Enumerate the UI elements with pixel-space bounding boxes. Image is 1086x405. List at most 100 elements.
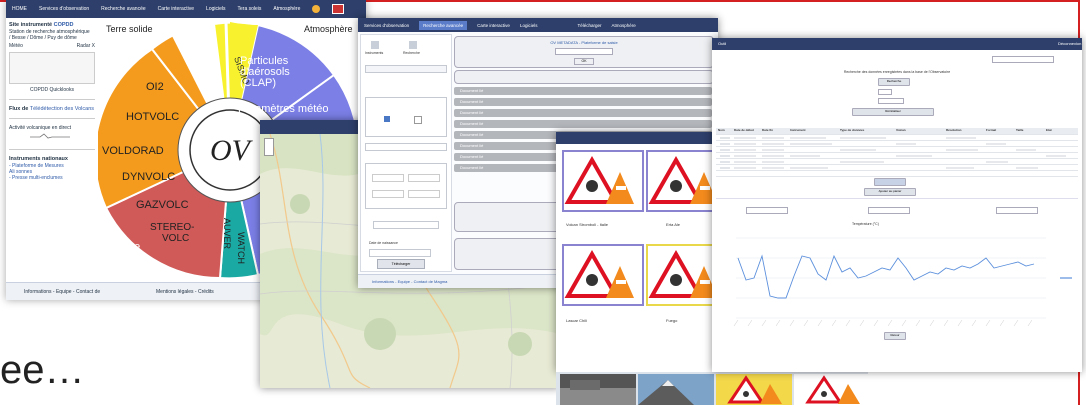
webcam-caption: Fuego <box>666 318 678 323</box>
date-label: Date de naissance <box>369 241 398 245</box>
label-atmosphere: Atmosphère <box>304 24 353 34</box>
column-header[interactable]: Résolution <box>946 128 962 132</box>
search-button[interactable]: Recherche <box>878 78 910 86</box>
chart-controls <box>716 198 1078 219</box>
header-select[interactable] <box>555 48 613 55</box>
nav-home[interactable]: HOME <box>12 6 27 12</box>
window-title: Outil <box>718 41 727 46</box>
map-zoom-control[interactable] <box>264 138 274 156</box>
webcam-tile[interactable] <box>562 244 644 306</box>
label-dynvolc: DYNVOLC <box>122 171 175 183</box>
table-row-lines <box>720 137 1066 169</box>
document-row[interactable]: Document lié <box>454 109 712 117</box>
time-from[interactable] <box>372 190 404 198</box>
filter-field[interactable] <box>878 89 892 95</box>
nav-software[interactable]: Logiciels <box>206 6 225 12</box>
document-row[interactable]: Document lié <box>454 120 712 128</box>
chart-select[interactable] <box>868 207 910 214</box>
reset-button[interactable]: Réinitialiser <box>852 108 934 116</box>
column-header[interactable]: Type de données <box>840 128 864 132</box>
thumbnail-strip <box>556 372 868 405</box>
filter-row[interactable] <box>365 65 447 73</box>
nav-search[interactable]: Recherche avancée <box>101 6 145 12</box>
webcam-tile[interactable] <box>562 150 644 212</box>
column-header[interactable]: Taille <box>1016 128 1023 132</box>
add-to-cart-button[interactable]: Ajouter au panier <box>864 188 916 196</box>
under-construction-thumbnail[interactable] <box>794 374 868 405</box>
column-header[interactable]: Volcan <box>896 128 906 132</box>
column-header[interactable]: Date fin <box>762 128 773 132</box>
search-heading: Recherche des données enregistrées dans … <box>843 70 951 74</box>
ok-button[interactable]: OK <box>574 58 594 65</box>
column-header[interactable]: Etat <box>1046 128 1052 132</box>
date-from[interactable] <box>372 174 404 182</box>
checkbox-checked[interactable] <box>384 116 390 122</box>
back-button[interactable]: Retour <box>884 332 906 340</box>
download-button[interactable]: Télécharger <box>377 259 425 269</box>
footer-mid-link[interactable]: Mentions légales - Crédits <box>156 289 214 295</box>
date-input[interactable] <box>369 249 431 257</box>
label-presse-3: enclumes <box>106 263 149 274</box>
column-header[interactable]: Date de début <box>734 128 754 132</box>
nav-software[interactable]: Logiciels <box>520 23 538 28</box>
column-header[interactable]: Format <box>986 128 996 132</box>
label-terre-solide: Terre solide <box>106 24 153 34</box>
form-nav-bar: Services d'observation Recherche avancée… <box>358 18 718 32</box>
chart-select[interactable] <box>996 207 1038 214</box>
column-header[interactable]: Nom <box>718 128 725 132</box>
webcam-caption: Erta Ale <box>666 222 681 227</box>
date-to[interactable] <box>408 174 440 182</box>
label-particules-3: (CLAP) <box>240 77 276 89</box>
station-preview[interactable] <box>9 52 95 84</box>
divider <box>9 118 95 119</box>
filter-field[interactable] <box>878 98 904 104</box>
nav-services[interactable]: Services d'observation <box>364 23 409 28</box>
flag-icon[interactable] <box>332 4 345 14</box>
label-auver: AUVER <box>222 218 232 250</box>
nav-search-active[interactable]: Recherche avancée <box>419 20 468 30</box>
language-select[interactable] <box>992 56 1054 63</box>
logout-link[interactable]: Déconnexion <box>1058 41 1081 46</box>
time-to[interactable] <box>408 190 440 198</box>
sidebar-heading: Site instrumenté COPDD <box>9 22 74 28</box>
column-header[interactable]: Instrument <box>790 128 806 132</box>
nav-map[interactable]: Carte interactive <box>477 23 510 28</box>
header-box: OV METADATA - Plateforme de saisie OK <box>454 36 714 68</box>
label-gazvolc: GAZVOLC <box>136 199 189 211</box>
national-link-3[interactable]: - Presse multi-enclumes <box>9 175 95 181</box>
nav-download[interactable]: Télécharger <box>577 23 601 28</box>
under-construction-icon <box>564 249 634 298</box>
pagination-control[interactable] <box>874 178 906 186</box>
search-icon[interactable] <box>409 41 417 49</box>
nav-atmosphere[interactable]: Atmosphère <box>611 23 635 28</box>
instrument-link[interactable]: COPDD <box>54 22 74 28</box>
header-title: OV METADATA - Plateforme de saisie <box>550 40 618 45</box>
nav-atmosphere[interactable]: Atmosphère <box>273 6 300 12</box>
select-field[interactable] <box>373 221 439 229</box>
nav-services[interactable]: Services d'observation <box>39 6 89 12</box>
sensor-labels: Météo Radar X <box>9 43 95 49</box>
nav-map[interactable]: Carte interactive <box>158 6 194 12</box>
chart-select[interactable] <box>746 207 788 214</box>
flux-link[interactable]: Télédétection des Volcans <box>30 106 94 112</box>
date-box <box>365 163 447 209</box>
footer-left-link[interactable]: Informations - Equipe - Contact de <box>24 289 100 295</box>
label-stereovolc-2: VOLC <box>162 233 189 244</box>
document-row[interactable]: Document lié <box>454 87 712 95</box>
mountain-photo-thumbnail[interactable] <box>638 374 714 405</box>
under-construction-icon <box>564 155 634 204</box>
under-construction-thumbnail[interactable] <box>716 374 792 405</box>
table-nav-bar: Outil Déconnexion <box>712 38 1082 50</box>
document-row[interactable]: Document lié <box>454 98 712 106</box>
instrument-icon[interactable] <box>371 41 379 49</box>
text-field[interactable] <box>365 143 447 151</box>
chart-label: Température (°C) <box>852 222 879 226</box>
chart-series-line <box>737 254 1035 299</box>
user-icon[interactable] <box>312 5 321 13</box>
footer-left-link[interactable]: Informations - Equipe - Contact de Magma <box>372 279 447 284</box>
nav-tera[interactable]: Tera soleis <box>238 6 262 12</box>
label-presse-1: Presse <box>106 241 140 253</box>
volcano-photo-thumbnail[interactable] <box>560 374 636 405</box>
checkbox[interactable] <box>414 116 422 124</box>
label-hotvolc: HOTVOLC <box>126 111 179 123</box>
